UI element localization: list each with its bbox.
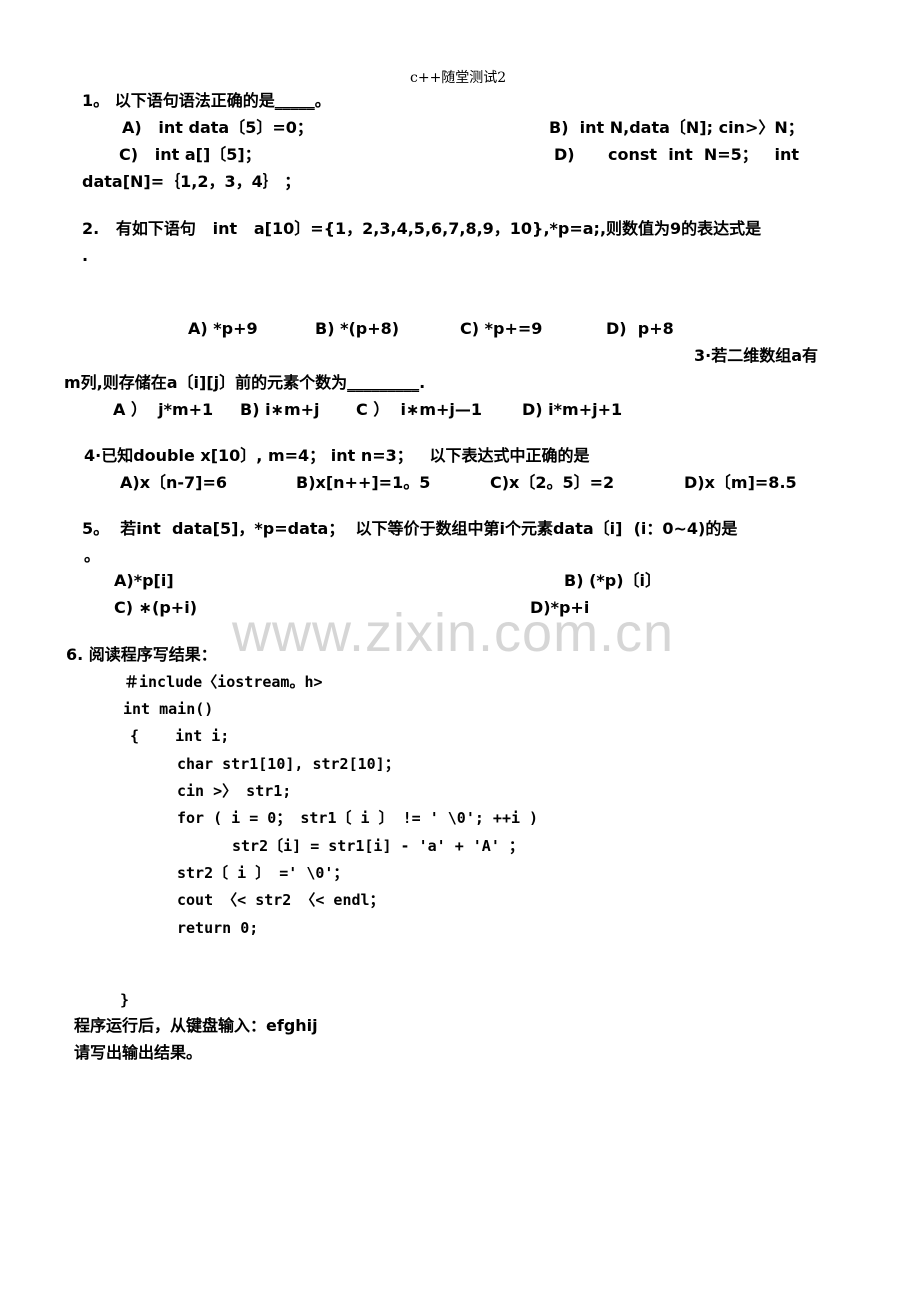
q1-blank: _____: [274, 91, 315, 110]
code-line: cin >〉 str1;: [177, 782, 292, 800]
q2-stem: 2. 有如下语句 int a[10〕={1，2,3,4,5,6,7,8,9，10…: [82, 219, 762, 238]
q1-option-d: D) const int N=5； int: [554, 145, 800, 164]
q4-option-d: D)x〔m]=8.5: [684, 473, 797, 492]
q1-stem-prefix: 1。 以下语句语法正确的是: [82, 91, 275, 110]
q2-option-a: A) *p+9: [188, 319, 258, 338]
q1-option-d-cont: data[N]=｛1,2，3，4｝ ；: [82, 172, 301, 191]
watermark: www.zixin.com.cn: [232, 603, 675, 663]
q1-stem: 1。 以下语句语法正确的是_____。: [82, 91, 331, 111]
q4-option-c: C)x〔2。5〕=2: [490, 473, 615, 492]
q2-option-b: B) *(p+8): [315, 319, 400, 338]
q4-option-a: A)x〔n-7]=6: [120, 473, 228, 492]
q2-option-d: D) p+8: [606, 319, 674, 338]
q3-option-a: A ） j*m+1: [113, 400, 214, 419]
q5-stem-cont: 。: [84, 546, 101, 565]
code-line: ＃include〈iostream。h>: [124, 673, 323, 691]
q6-stem: 6. 阅读程序写结果：: [66, 645, 217, 664]
q6-input-line: 程序运行后，从键盘输入：efghij: [74, 1016, 318, 1035]
code-line: for ( i = 0； str1〔 i 〕 != ' \0'; ++i ): [177, 809, 539, 827]
q4-option-b: B)x[n++]=1。5: [296, 473, 431, 492]
q3-option-c: C ） i∗m+j—1: [356, 400, 483, 419]
q1-stem-suffix: 。: [314, 91, 331, 110]
q2-stem-cont: .: [82, 246, 89, 265]
q6-ask-line: 请写出输出结果。: [74, 1043, 203, 1062]
q3-stem-end: .: [419, 373, 426, 392]
q3-option-b: B) i∗m+j: [240, 400, 320, 419]
code-line: cout 〈< str2 〈< endl；: [177, 891, 385, 909]
code-line: char str1[10], str2[10]；: [177, 755, 400, 773]
code-line: }: [120, 991, 130, 1009]
q3-stem-cont: m列,则存储在a〔i][j〕前的元素个数为_________.: [64, 373, 425, 393]
q1-option-b: B) int N,data〔N]; cin>〉N；: [549, 118, 804, 137]
code-line: return 0;: [177, 919, 259, 937]
q3-stem: 3·若二维数组a有: [694, 346, 819, 365]
q3-option-d: D) i*m+j+1: [522, 400, 623, 419]
q1-option-c: C) int a[]〔5]；: [119, 145, 261, 164]
code-line: str2〔 i 〕 =' \0'；: [177, 864, 349, 882]
code-line: str2〔i] = str1[i] - 'a' + 'A' ；: [232, 837, 524, 855]
q3-blank: _________: [347, 373, 420, 392]
q5-option-a: A)*p[i]: [114, 571, 174, 590]
q4-stem: 4·已知double x[10〕, m=4； int n=3； 以下表达式中正确…: [84, 446, 590, 465]
q5-option-b: B) (*p)〔i〕: [564, 571, 662, 590]
q5-option-c: C) ∗(p+i): [114, 598, 197, 617]
code-line: int main(): [123, 700, 214, 718]
q5-stem: 5。 若int data[5]，*p=data； 以下等价于数组中第i个元素da…: [82, 519, 738, 538]
q3-stem-text: m列,则存储在a〔i][j〕前的元素个数为: [64, 373, 348, 392]
q1-option-a: A) int data〔5〕=0；: [122, 118, 313, 137]
code-line: { int i;: [130, 727, 230, 745]
q2-option-c: C) *p+=9: [460, 319, 543, 338]
document-title: c++随堂测试2: [410, 70, 507, 86]
